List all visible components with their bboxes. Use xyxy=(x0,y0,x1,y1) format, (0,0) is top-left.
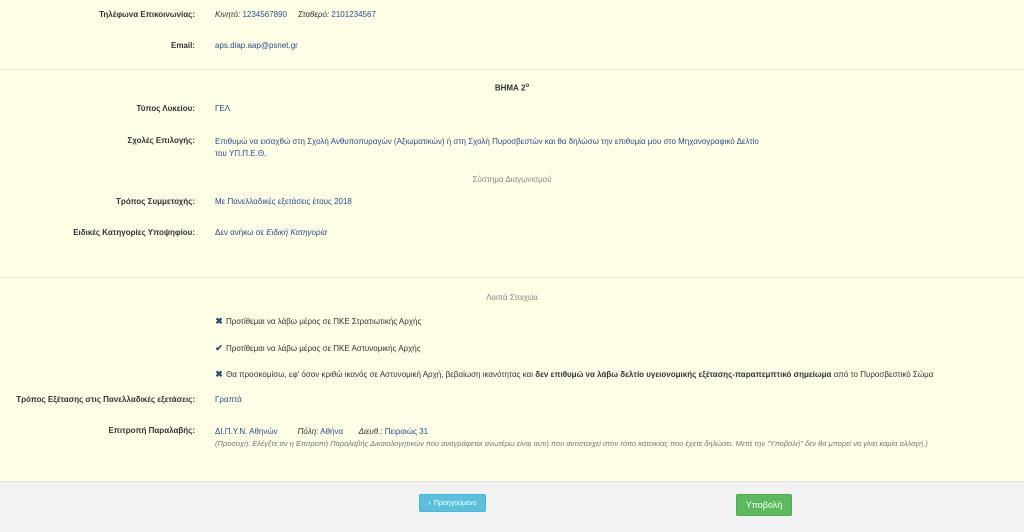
cross-icon: ✖ xyxy=(215,316,223,326)
list-item: ✔ Προτίθεμαι να λάβω μέρος σε ΠΚΕ Αστυνο… xyxy=(215,343,421,353)
exam-mode-value: Γραπτά xyxy=(215,395,242,404)
schools-value: Επιθυμώ να εισαχθώ στη Σχολή Ανθυποπυραγ… xyxy=(215,137,759,158)
school-type-value: ΓΕΛ xyxy=(215,104,231,113)
address-label: Διευθ.: xyxy=(358,427,383,436)
other-title: Λοιπά Στοιχεία xyxy=(486,293,538,302)
email-label: Email: xyxy=(170,41,195,50)
previous-button[interactable]: ‹ Προηγούμενο xyxy=(419,494,486,512)
divider xyxy=(0,277,1024,278)
warning-note: (Προσοχή: Ελέγξτε αν η Επιτροπή Παραλαβή… xyxy=(215,439,928,448)
divider xyxy=(0,69,1024,70)
mobile-value: 1234567890 xyxy=(242,10,287,19)
submit-button[interactable]: Υποβολή xyxy=(736,494,792,516)
check-icon: ✔ xyxy=(215,343,223,353)
footer-bar xyxy=(0,481,1024,532)
email-value: aps.diap.aap@psnet.gr xyxy=(215,41,298,50)
system-title: Σύστημα Διαγωνισμού xyxy=(472,175,552,184)
city-value: Αθήνα xyxy=(320,427,344,436)
cross-icon: ✖ xyxy=(215,369,223,379)
participation-value: Με Πανελλαδικές εξετάσεις έτους 2018 xyxy=(215,197,352,206)
list-item: ✖ Προτίθεμαι να λάβω μέρος σε ΠΚΕ Στρατι… xyxy=(215,316,422,326)
landline-label: Σταθερό: xyxy=(298,10,330,19)
exam-mode-label: Τρόπος Εξέτασης στις Πανελλαδικές εξετάσ… xyxy=(16,395,195,404)
previous-button-label: Προηγούμενο xyxy=(433,499,477,507)
address-value: Πειραιώς 31 xyxy=(384,427,429,436)
committee-name: ΔΙ.Π.Υ.Ν. Αθηνών xyxy=(215,427,278,436)
landline-value: 2101234567 xyxy=(331,10,376,19)
phones-label: Τηλέφωνα Επικοινωνίας: xyxy=(99,10,195,19)
chevron-left-icon: ‹ xyxy=(428,499,431,507)
committee-label: Επιτροπή Παραλαβής: xyxy=(108,426,195,435)
special-category-label: Ειδικές Κατηγορίες Υποψηφίου: xyxy=(73,228,195,237)
list-item: ✖ Θα προσκομίσω, εφ' όσον κριθώ ικανός σ… xyxy=(215,369,934,379)
special-category-value: Δεν ανήκω σε Ειδική Κατηγορία xyxy=(215,228,327,237)
mobile-label: Κινητό: xyxy=(215,10,241,19)
step2-title: ΒΗΜΑ 2ο xyxy=(494,83,530,93)
schools-label: Σχολές Επιλογής: xyxy=(127,136,195,145)
phones-value: Κινητό: 1234567890 Σταθερό: 2101234567 xyxy=(215,10,376,19)
school-type-label: Τύπος Λυκείου: xyxy=(136,104,195,113)
committee-value: ΔΙ.Π.Υ.Ν. Αθηνών Πόλη: Αθήνα Διευθ.: Πει… xyxy=(215,426,1015,450)
city-label: Πόλη: xyxy=(297,427,319,436)
participation-label: Τρόπος Συμμετοχής: xyxy=(116,197,195,206)
